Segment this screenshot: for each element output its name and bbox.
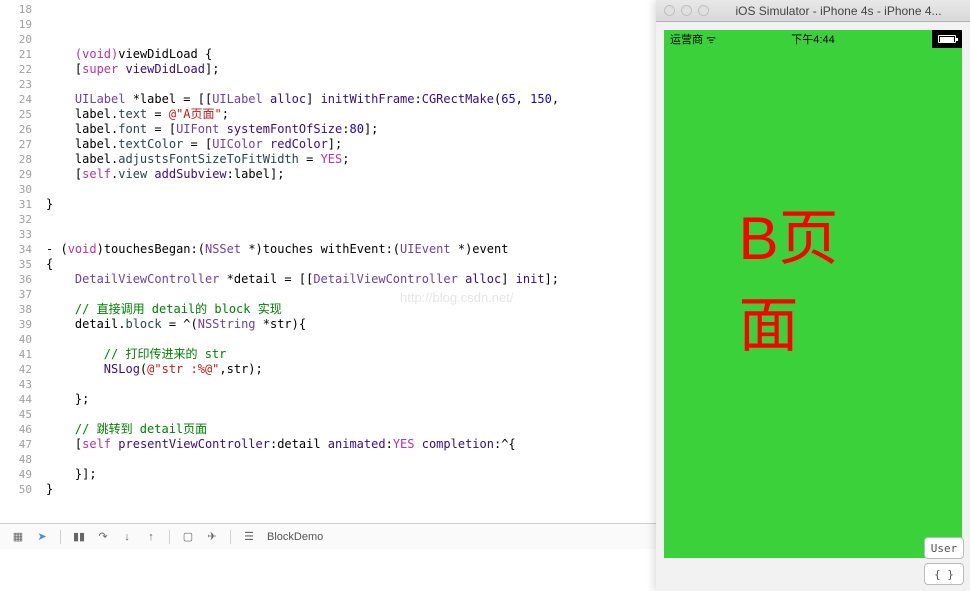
simulator-titlebar[interactable]: iOS Simulator - iPhone 4s - iPhone 4... <box>656 0 970 22</box>
breakpoint-icon[interactable]: ➤ <box>32 528 52 546</box>
carrier-label: 运营商 ᯤ <box>670 31 716 47</box>
minimize-dot-icon[interactable] <box>681 5 692 16</box>
line-number: 19 <box>0 17 40 32</box>
separator <box>230 530 231 544</box>
line-number: 42 <box>0 362 40 377</box>
battery-area <box>932 30 962 48</box>
separator <box>60 530 61 544</box>
step-over-icon[interactable]: ↷ <box>93 528 113 546</box>
line-number: 24 <box>0 92 40 107</box>
line-number: 21 <box>0 47 40 62</box>
line-number: 45 <box>0 407 40 422</box>
line-number: 34 <box>0 242 40 257</box>
line-number: 49 <box>0 467 40 482</box>
line-number: 36 <box>0 272 40 287</box>
line-number: 40 <box>0 332 40 347</box>
line-number: 22 <box>0 62 40 77</box>
view-debug-icon[interactable]: ▢ <box>178 528 198 546</box>
simulate-location-icon[interactable]: ✈ <box>202 528 222 546</box>
simulator-title: iOS Simulator - iPhone 4s - iPhone 4... <box>715 4 962 18</box>
line-number: 37 <box>0 287 40 302</box>
line-number: 44 <box>0 392 40 407</box>
line-number: 35 <box>0 257 40 272</box>
line-number: 25 <box>0 107 40 122</box>
line-number: 27 <box>0 137 40 152</box>
status-bar: 运营商 ᯤ 下午4:44 <box>664 30 962 48</box>
simulator-screen[interactable]: 运营商 ᯤ 下午4:44 B页面 <box>664 30 962 558</box>
page-label: B页面 <box>739 190 888 364</box>
line-number: 29 <box>0 167 40 182</box>
window-controls <box>664 5 709 16</box>
line-number: 39 <box>0 317 40 332</box>
line-number: 28 <box>0 152 40 167</box>
line-number: 43 <box>0 377 40 392</box>
line-number: 18 <box>0 2 40 17</box>
line-number: 41 <box>0 347 40 362</box>
zoom-dot-icon[interactable] <box>698 5 709 16</box>
close-dot-icon[interactable] <box>664 5 675 16</box>
line-number: 33 <box>0 227 40 242</box>
line-number: 38 <box>0 302 40 317</box>
battery-icon <box>938 35 956 43</box>
line-number: 46 <box>0 422 40 437</box>
breadcrumb[interactable]: BlockDemo <box>267 531 323 543</box>
line-number: 20 <box>0 32 40 47</box>
hide-debug-icon[interactable]: ▦ <box>8 528 28 546</box>
line-number: 47 <box>0 437 40 452</box>
line-number: 30 <box>0 182 40 197</box>
stack-icon[interactable]: ☰ <box>239 528 259 546</box>
right-bottom-buttons: User { } <box>924 537 964 585</box>
wifi-icon: ᯤ <box>706 34 716 46</box>
line-number: 48 <box>0 452 40 467</box>
time-label: 下午4:44 <box>791 31 834 47</box>
line-number: 26 <box>0 122 40 137</box>
step-into-icon[interactable]: ↓ <box>117 528 137 546</box>
watermark-text: http://blog.csdn.net/ <box>400 290 513 305</box>
line-number: 23 <box>0 77 40 92</box>
pause-icon[interactable]: ▮▮ <box>69 528 89 546</box>
ios-simulator-window: iOS Simulator - iPhone 4s - iPhone 4... … <box>656 0 970 591</box>
user-button[interactable]: User <box>924 537 964 559</box>
line-number: 31 <box>0 197 40 212</box>
separator <box>169 530 170 544</box>
step-out-icon[interactable]: ↑ <box>141 528 161 546</box>
line-number: 32 <box>0 212 40 227</box>
line-number-gutter: 1819202122232425262728293031323334353637… <box>0 0 40 523</box>
snippets-button[interactable]: { } <box>924 563 964 585</box>
line-number: 50 <box>0 482 40 497</box>
